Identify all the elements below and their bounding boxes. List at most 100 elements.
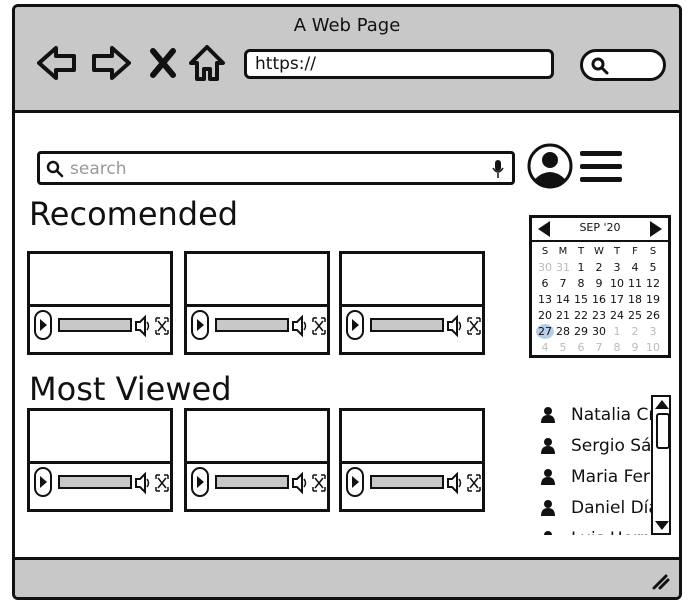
calendar-day[interactable]: 1 bbox=[572, 260, 590, 275]
volume-icon[interactable] bbox=[134, 471, 152, 495]
calendar-day[interactable]: 19 bbox=[644, 292, 662, 307]
video-controls bbox=[342, 302, 482, 352]
video-progress-slider[interactable] bbox=[58, 475, 132, 489]
video-screen[interactable] bbox=[187, 411, 327, 464]
play-icon[interactable] bbox=[34, 467, 52, 497]
fullscreen-icon[interactable] bbox=[154, 471, 170, 495]
video-progress-slider[interactable] bbox=[215, 475, 289, 489]
search-input[interactable] bbox=[68, 156, 482, 182]
calendar-day[interactable]: 16 bbox=[590, 292, 608, 307]
back-button[interactable] bbox=[35, 41, 79, 85]
volume-icon[interactable] bbox=[291, 471, 309, 495]
fullscreen-icon[interactable] bbox=[154, 314, 170, 338]
calendar-day[interactable]: 9 bbox=[626, 340, 644, 355]
fullscreen-icon[interactable] bbox=[311, 471, 327, 495]
video-progress-slider[interactable] bbox=[215, 318, 289, 332]
calendar-day[interactable]: 5 bbox=[554, 340, 572, 355]
calendar-day[interactable]: 2 bbox=[590, 260, 608, 275]
calendar-day[interactable]: 4 bbox=[626, 260, 644, 275]
user-list-item[interactable]: Luis Hernández bbox=[535, 523, 661, 535]
recommended-video-3[interactable] bbox=[339, 251, 485, 355]
video-screen[interactable] bbox=[30, 254, 170, 307]
fullscreen-icon[interactable] bbox=[311, 314, 327, 338]
most-viewed-video-2[interactable] bbox=[184, 408, 330, 512]
microphone-icon[interactable] bbox=[492, 159, 504, 179]
calendar-day[interactable]: 2 bbox=[626, 324, 644, 339]
calendar-day[interactable]: 17 bbox=[608, 292, 626, 307]
video-screen[interactable] bbox=[342, 254, 482, 307]
calendar-day[interactable]: 25 bbox=[626, 308, 644, 323]
user-list-item[interactable]: Natalia Cruz bbox=[535, 399, 661, 430]
calendar-day[interactable]: 3 bbox=[644, 324, 662, 339]
forward-button[interactable] bbox=[89, 41, 133, 85]
play-icon[interactable] bbox=[191, 467, 209, 497]
calendar-day[interactable]: 10 bbox=[644, 340, 662, 355]
browser-search-field[interactable] bbox=[580, 49, 666, 81]
volume-icon[interactable] bbox=[134, 314, 152, 338]
video-progress-slider[interactable] bbox=[370, 318, 444, 332]
calendar-day[interactable]: 10 bbox=[608, 276, 626, 291]
calendar-day[interactable]: 12 bbox=[644, 276, 662, 291]
volume-icon[interactable] bbox=[446, 314, 464, 338]
recommended-video-1[interactable] bbox=[27, 251, 173, 355]
video-screen[interactable] bbox=[187, 254, 327, 307]
calendar-day[interactable]: 6 bbox=[536, 276, 554, 291]
calendar-day[interactable]: 8 bbox=[608, 340, 626, 355]
most-viewed-video-3[interactable] bbox=[339, 408, 485, 512]
calendar-day[interactable]: 30 bbox=[590, 324, 608, 339]
play-icon[interactable] bbox=[346, 310, 364, 340]
calendar-day[interactable]: 7 bbox=[554, 276, 572, 291]
calendar-day[interactable]: 22 bbox=[572, 308, 590, 323]
calendar-day[interactable]: 20 bbox=[536, 308, 554, 323]
calendar-day[interactable]: 29 bbox=[572, 324, 590, 339]
user-list-item[interactable]: Daniel Díaz bbox=[535, 492, 661, 523]
fullscreen-icon[interactable] bbox=[466, 314, 482, 338]
calendar-day[interactable]: 21 bbox=[554, 308, 572, 323]
fullscreen-icon[interactable] bbox=[466, 471, 482, 495]
calendar-day[interactable]: 13 bbox=[536, 292, 554, 307]
calendar-day[interactable]: 6 bbox=[572, 340, 590, 355]
calendar-day[interactable]: 15 bbox=[572, 292, 590, 307]
resize-grip-icon[interactable] bbox=[649, 569, 671, 591]
calendar-day[interactable]: 14 bbox=[554, 292, 572, 307]
calendar-day[interactable]: 31 bbox=[554, 260, 572, 275]
play-icon[interactable] bbox=[34, 310, 52, 340]
calendar-day[interactable]: 24 bbox=[608, 308, 626, 323]
play-icon[interactable] bbox=[191, 310, 209, 340]
calendar-day[interactable]: 5 bbox=[644, 260, 662, 275]
calendar-day[interactable]: 8 bbox=[572, 276, 590, 291]
video-screen[interactable] bbox=[342, 411, 482, 464]
volume-icon[interactable] bbox=[446, 471, 464, 495]
calendar-day[interactable]: 3 bbox=[608, 260, 626, 275]
calendar-day[interactable]: 30 bbox=[536, 260, 554, 275]
menu-icon[interactable] bbox=[580, 151, 622, 185]
calendar-day[interactable]: 7 bbox=[590, 340, 608, 355]
home-button[interactable] bbox=[185, 41, 229, 85]
scroll-up-button[interactable] bbox=[655, 400, 669, 409]
user-avatar-icon[interactable] bbox=[527, 143, 573, 189]
address-bar[interactable]: https:// bbox=[244, 49, 554, 79]
calendar-day[interactable]: 23 bbox=[590, 308, 608, 323]
user-list-item[interactable]: Maria Fernanda bbox=[535, 461, 661, 492]
most-viewed-video-1[interactable] bbox=[27, 408, 173, 512]
calendar-day[interactable]: 1 bbox=[608, 324, 626, 339]
calendar-day-selected[interactable]: 27 bbox=[536, 324, 554, 339]
calendar-day[interactable]: 9 bbox=[590, 276, 608, 291]
calendar-next-button[interactable] bbox=[650, 221, 662, 237]
volume-icon[interactable] bbox=[291, 314, 309, 338]
stop-button[interactable] bbox=[141, 41, 185, 85]
user-list-scrollbar[interactable] bbox=[651, 395, 671, 535]
recommended-video-2[interactable] bbox=[184, 251, 330, 355]
user-list-item[interactable]: Sergio Sánchez bbox=[535, 430, 661, 461]
calendar-day[interactable]: 26 bbox=[644, 308, 662, 323]
video-progress-slider[interactable] bbox=[370, 475, 444, 489]
play-icon[interactable] bbox=[346, 467, 364, 497]
video-progress-slider[interactable] bbox=[58, 318, 132, 332]
calendar-day[interactable]: 28 bbox=[554, 324, 572, 339]
calendar-day[interactable]: 11 bbox=[626, 276, 644, 291]
video-screen[interactable] bbox=[30, 411, 170, 464]
calendar-day[interactable]: 18 bbox=[626, 292, 644, 307]
scroll-thumb[interactable] bbox=[656, 413, 670, 449]
calendar-day[interactable]: 4 bbox=[536, 340, 554, 355]
scroll-down-button[interactable] bbox=[655, 521, 669, 530]
